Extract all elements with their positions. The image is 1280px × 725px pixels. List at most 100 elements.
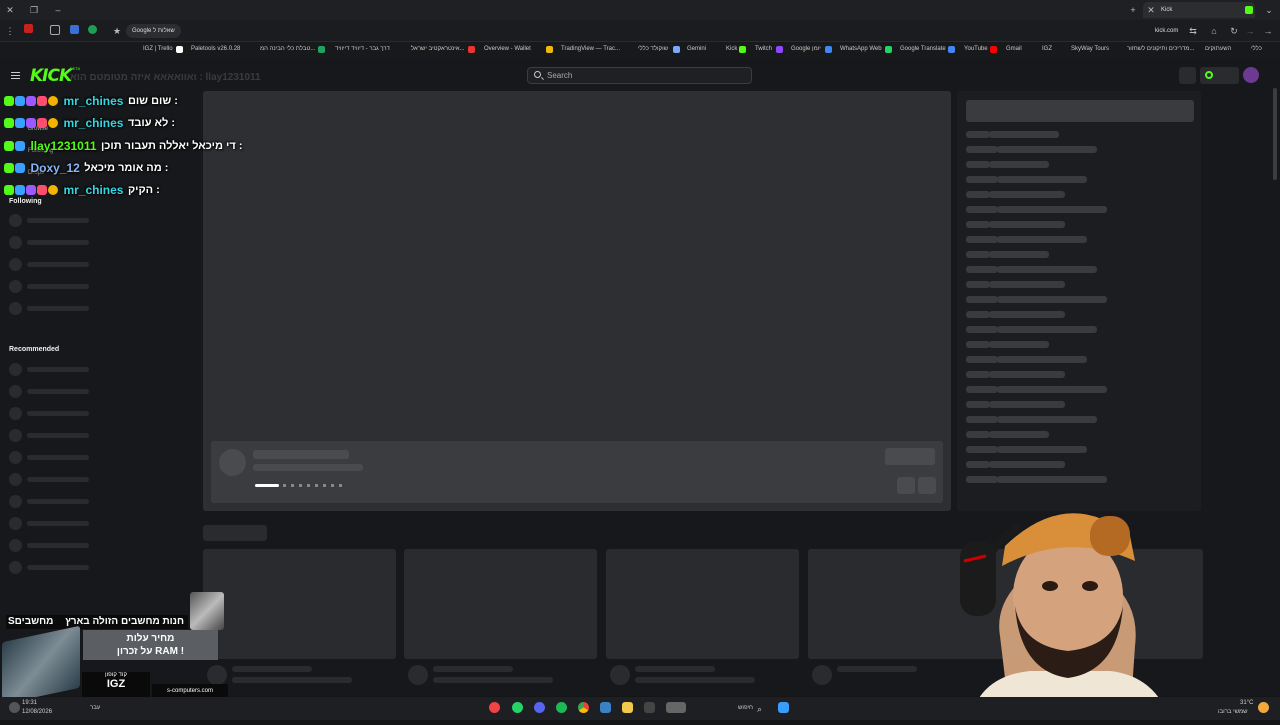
bookmark-item[interactable]: IGZ | Trello [143,46,173,52]
home-icon[interactable]: ⌂ [1208,25,1220,37]
channel-avatar[interactable] [9,495,22,508]
watch-button[interactable] [885,448,935,465]
chrome-icon[interactable] [578,702,589,713]
prev-button[interactable] [897,477,915,494]
card-avatar[interactable] [408,665,428,685]
weather-sun-icon[interactable] [1258,702,1269,713]
close-tab-icon[interactable]: ✕ [1145,4,1157,16]
channel-avatar[interactable] [9,473,22,486]
channel-avatar[interactable] [9,236,22,249]
channel-avatar[interactable] [9,302,22,315]
menu-icon[interactable] [11,72,20,79]
stream-card-thumbnail[interactable] [606,549,799,659]
chat-username[interactable]: mr_chines [63,94,123,108]
clock-time[interactable]: 19:31 [22,700,37,706]
google-search-chip[interactable]: Google שאלות ל [126,24,181,38]
new-tab-icon[interactable]: + [1127,4,1139,16]
bookmark-item[interactable]: שוקולד כללי [638,46,668,52]
notifications-button[interactable] [1179,67,1196,84]
task-view-icon[interactable] [666,702,686,713]
bookmark-item[interactable]: טבלת כלי הבינה המ... [260,46,315,52]
bookmark-item[interactable]: Overview - Wallet [484,46,531,52]
taskbar-search-label[interactable]: חיפוש [738,705,753,711]
stream-card-thumbnail[interactable] [203,549,396,659]
card-avatar[interactable] [812,665,832,685]
file-explorer-icon[interactable] [622,702,633,713]
weather-temp[interactable]: 31°C [1240,700,1253,706]
carousel-dots[interactable] [283,484,345,487]
store-icon[interactable] [600,702,611,713]
channel-avatar[interactable] [9,280,22,293]
whatsapp-taskbar-icon[interactable] [512,702,523,713]
url-text[interactable]: kick.com [1155,28,1178,34]
reload-icon[interactable]: ↻ [1228,25,1240,37]
og-badge-icon [48,95,58,106]
bookmark-item[interactable]: השעתוקים [1205,46,1231,52]
channel-avatar[interactable] [9,561,22,574]
bookmark-item[interactable]: מדריכים ותיקונים לשחזור... [1127,46,1194,52]
bookmark-star-icon[interactable]: ★ [111,25,123,37]
bookmark-item[interactable]: Kick [726,46,737,52]
bookmark-item[interactable]: YouTube [964,46,988,52]
forward-icon[interactable]: → [1244,25,1256,37]
chat-username[interactable]: mr_chines [63,116,123,130]
chat-username[interactable]: Doxy_12 [30,161,79,175]
bookmark-item[interactable]: Gemini [687,46,706,52]
windows-start-icon[interactable] [778,702,789,713]
bookmark-item[interactable]: Google יומן [791,46,821,52]
bookmark-item[interactable]: Gmail [1006,46,1022,52]
vpn-extension-icon[interactable] [88,25,97,34]
search-input[interactable]: Search [527,67,752,84]
clock-date[interactable]: 12/08/2026 [22,709,52,715]
tab-list-icon[interactable]: ⌄ [1263,4,1275,16]
bookmark-item[interactable]: כללי [1251,46,1262,52]
next-button[interactable] [918,477,936,494]
channel-avatar[interactable] [9,539,22,552]
close-window-icon[interactable]: ✕ [4,4,16,16]
page-scrollbar[interactable] [1273,88,1277,180]
bookmark-item[interactable]: דרך גבר - דיוויד דייוויד [335,46,390,52]
chat-username[interactable]: llay1231011 [30,139,96,153]
bookmark-item[interactable]: Paletools v26.0.28 [191,46,240,52]
discord-icon[interactable] [534,702,545,713]
bookmark-item[interactable]: Google Translate [900,46,946,52]
terminal-icon[interactable] [644,702,655,713]
restore-window-icon[interactable]: ❐ [28,4,40,16]
app-icon[interactable] [489,702,500,713]
tab-kick[interactable]: ✕ Kick [1143,2,1255,18]
kick-logo[interactable]: KICK [30,66,72,86]
bookmark-item[interactable]: SkyWay Tours [1071,46,1109,52]
carousel-dot-active[interactable] [255,484,279,487]
translate-extension-icon[interactable] [70,25,79,34]
streamer-avatar[interactable] [219,449,246,476]
chat-username[interactable]: mr_chines [63,183,123,197]
weather-desc[interactable]: שמשי ברובו [1218,709,1248,715]
channel-avatar[interactable] [9,517,22,530]
screenshot-icon[interactable] [50,25,60,35]
wifi-icon[interactable] [9,702,20,713]
channel-avatar[interactable] [9,214,22,227]
language-indicator[interactable]: עבר [90,705,100,711]
channel-avatar[interactable] [9,258,22,271]
bookmark-item[interactable]: WhatsApp Web [840,46,882,52]
minimize-window-icon[interactable]: – [52,4,64,16]
extension-icon[interactable] [24,24,33,33]
ram-stick-image [2,625,80,705]
bookmark-item[interactable]: TradingView — Trac... [561,46,620,52]
back-icon[interactable]: → [1262,25,1274,37]
stream-card-thumbnail[interactable] [404,549,597,659]
channel-avatar[interactable] [9,363,22,376]
menu-dots-icon[interactable]: ⋮ [4,25,16,37]
channel-avatar[interactable] [9,385,22,398]
search-icon[interactable]: ⌕ [757,704,762,715]
site-settings-icon[interactable]: ⇆ [1187,25,1199,37]
spotify-icon[interactable] [556,702,567,713]
avatar[interactable] [1243,67,1259,83]
channel-avatar[interactable] [9,429,22,442]
card-avatar[interactable] [610,665,630,685]
bookmark-item[interactable]: Twitch [755,46,772,52]
channel-avatar[interactable] [9,407,22,420]
bookmark-item[interactable]: IGZ [1042,46,1052,52]
channel-avatar[interactable] [9,451,22,464]
bookmark-item[interactable]: אינטראקטיב ישראל... [411,46,465,52]
